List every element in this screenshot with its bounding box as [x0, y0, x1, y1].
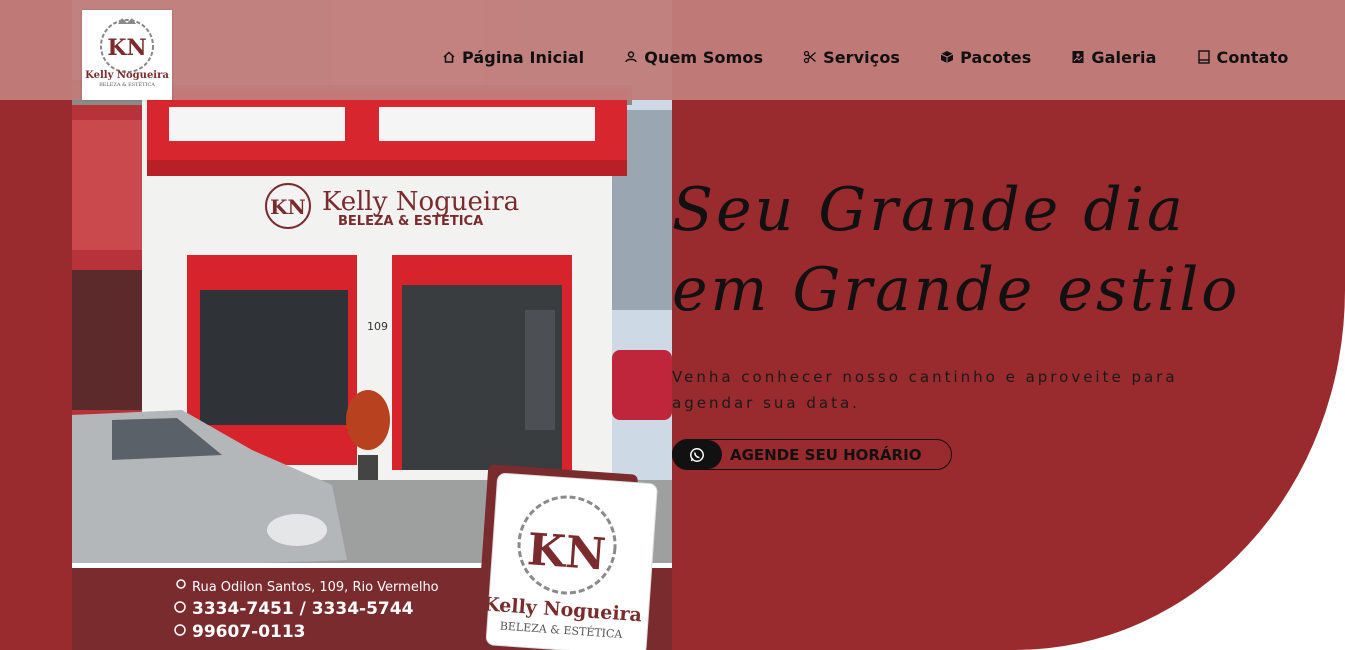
- hero-title-line-1: Seu Grande dia: [672, 175, 1186, 245]
- main-nav: Página Inicial Quem Somos Serviços Pacot…: [442, 46, 1288, 68]
- store-sign-name: Kelly Nogueira: [322, 187, 519, 217]
- svg-text:KN: KN: [270, 195, 306, 219]
- nav-item-pagina-inicial[interactable]: Página Inicial: [442, 46, 584, 68]
- nav-label: Serviços: [823, 47, 901, 67]
- logo-name: Kelly Nogueira: [85, 70, 169, 81]
- box-icon: [940, 51, 954, 63]
- nav-label: Pacotes: [960, 47, 1032, 67]
- scissors-icon: [803, 50, 817, 64]
- street-number: 109: [367, 320, 388, 333]
- whatsapp-icon: [672, 440, 722, 469]
- phone-text: 3334-7451 / 3334-5744: [192, 599, 414, 619]
- people-icon: [625, 51, 637, 63]
- home-icon: [443, 51, 455, 63]
- nav-label: Galeria: [1091, 47, 1157, 67]
- logo-tagline: BELEZA & ESTÉTICA: [99, 80, 155, 88]
- address-text: Rua Odilon Santos, 109, Rio Vermelho: [192, 580, 439, 595]
- schedule-button[interactable]: AGENDE SEU HORÁRIO: [672, 439, 952, 470]
- hero-title: Seu Grande dia em Grande estilo: [672, 170, 1272, 330]
- nav-label: Quem Somos: [644, 47, 764, 67]
- nav-item-servicos[interactable]: Serviços: [803, 46, 900, 68]
- whatsapp-text: 99607-0113: [192, 622, 306, 642]
- svg-text:KN: KN: [526, 524, 608, 580]
- schedule-button-label: AGENDE SEU HORÁRIO: [730, 445, 922, 464]
- nav-item-quem-somos[interactable]: Quem Somos: [624, 46, 763, 68]
- nav-label: Contato: [1216, 47, 1289, 67]
- gallery-icon: [1072, 51, 1084, 63]
- nav-item-galeria[interactable]: Galeria: [1071, 46, 1156, 68]
- store-sign-tagline: BELEZA & ESTÉTICA: [338, 213, 483, 229]
- book-icon: [1197, 50, 1210, 64]
- brand-logo[interactable]: KN Kelly Nogueira BELEZA & ESTÉTICA: [82, 10, 172, 100]
- nav-label: Página Inicial: [462, 47, 585, 67]
- nav-item-contato[interactable]: Contato: [1197, 46, 1289, 68]
- logo-monogram: KN: [107, 35, 146, 61]
- hero-subtitle: Venha conhecer nosso cantinho e aproveit…: [672, 368, 1178, 412]
- nav-item-pacotes[interactable]: Pacotes: [940, 46, 1031, 68]
- hero-title-line-2: em Grande estilo: [672, 255, 1241, 325]
